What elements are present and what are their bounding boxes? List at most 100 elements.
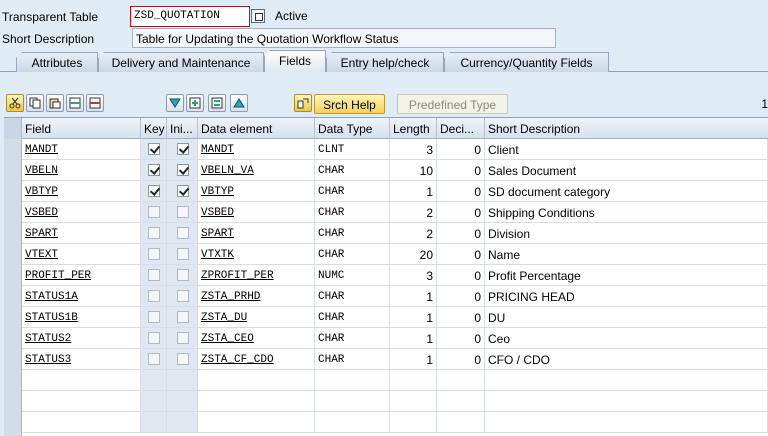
key-checkbox[interactable] bbox=[148, 332, 160, 344]
tab-delivery-maintenance[interactable]: Delivery and Maintenance bbox=[98, 52, 264, 72]
column-header-data-type[interactable]: Data Type bbox=[315, 118, 390, 139]
field-name-cell[interactable]: VSBED bbox=[22, 202, 141, 223]
select-all-handle[interactable] bbox=[4, 118, 22, 139]
data-type-cell[interactable]: CHAR bbox=[315, 328, 390, 349]
field-name-cell[interactable]: STATUS1B bbox=[22, 307, 141, 328]
data-type-cell[interactable]: CHAR bbox=[315, 181, 390, 202]
short-description-cell[interactable]: Ceo bbox=[485, 328, 768, 349]
where-used-icon[interactable] bbox=[294, 94, 312, 112]
field-name-cell[interactable]: STATUS3 bbox=[22, 349, 141, 370]
initial-checkbox[interactable] bbox=[177, 227, 189, 239]
length-cell[interactable]: 3 bbox=[390, 139, 437, 160]
column-header-short-description[interactable]: Short Description bbox=[485, 118, 768, 139]
table-row[interactable]: STATUS1B ZSTA_DU CHAR 1 0 DU bbox=[4, 307, 768, 328]
decimals-cell[interactable]: 0 bbox=[437, 349, 485, 370]
column-header-field[interactable]: Field bbox=[22, 118, 141, 139]
initial-checkbox[interactable] bbox=[177, 332, 189, 344]
field-name-cell[interactable]: MANDT bbox=[22, 139, 141, 160]
table-row[interactable]: STATUS1A ZSTA_PRHD CHAR 1 0 PRICING HEAD bbox=[4, 286, 768, 307]
initial-checkbox[interactable] bbox=[177, 248, 189, 260]
table-row[interactable]: MANDT MANDT CLNT 3 0 Client bbox=[4, 139, 768, 160]
short-description-cell[interactable]: CFO / CDO bbox=[485, 349, 768, 370]
short-description-cell[interactable]: Sales Document bbox=[485, 160, 768, 181]
key-checkbox[interactable] bbox=[148, 206, 160, 218]
data-type-cell[interactable]: CLNT bbox=[315, 139, 390, 160]
data-type-cell[interactable]: CHAR bbox=[315, 202, 390, 223]
data-element-cell[interactable]: ZSTA_CEO bbox=[198, 328, 315, 349]
table-row[interactable]: STATUS2 ZSTA_CEO CHAR 1 0 Ceo bbox=[4, 328, 768, 349]
initial-checkbox[interactable] bbox=[177, 269, 189, 281]
table-row[interactable]: VBTYP VBTYP CHAR 1 0 SD document category bbox=[4, 181, 768, 202]
field-name-cell[interactable]: STATUS1A bbox=[22, 286, 141, 307]
field-name-cell[interactable]: VTEXT bbox=[22, 244, 141, 265]
structure-icon[interactable] bbox=[208, 94, 226, 112]
key-checkbox[interactable] bbox=[148, 143, 160, 155]
description-field[interactable]: Table for Updating the Quotation Workflo… bbox=[132, 28, 556, 48]
decimals-cell[interactable]: 0 bbox=[437, 307, 485, 328]
key-checkbox[interactable] bbox=[148, 311, 160, 323]
short-description-cell[interactable]: Client bbox=[485, 139, 768, 160]
key-checkbox[interactable] bbox=[148, 248, 160, 260]
collapse-icon[interactable] bbox=[230, 94, 248, 112]
key-checkbox[interactable] bbox=[148, 185, 160, 197]
copy-icon[interactable] bbox=[251, 9, 265, 23]
decimals-cell[interactable]: 0 bbox=[437, 202, 485, 223]
table-row[interactable]: SPART SPART CHAR 2 0 Division bbox=[4, 223, 768, 244]
table-name-field[interactable]: ZSD_QUOTATION bbox=[130, 6, 250, 27]
data-type-cell[interactable]: CHAR bbox=[315, 349, 390, 370]
decimals-cell[interactable]: 0 bbox=[437, 160, 485, 181]
table-row[interactable] bbox=[4, 412, 768, 433]
initial-checkbox[interactable] bbox=[177, 311, 189, 323]
length-cell[interactable]: 1 bbox=[390, 349, 437, 370]
table-row[interactable]: VBELN VBELN_VA CHAR 10 0 Sales Document bbox=[4, 160, 768, 181]
decimals-cell[interactable]: 0 bbox=[437, 328, 485, 349]
predefined-type-button[interactable]: Predefined Type bbox=[397, 94, 508, 114]
key-checkbox[interactable] bbox=[148, 164, 160, 176]
key-checkbox[interactable] bbox=[148, 290, 160, 302]
delete-row-icon[interactable] bbox=[86, 94, 104, 112]
filter-icon[interactable] bbox=[166, 94, 184, 112]
append-icon[interactable] bbox=[186, 94, 204, 112]
data-element-cell[interactable]: SPART bbox=[198, 223, 315, 244]
short-description-cell[interactable]: Division bbox=[485, 223, 768, 244]
data-element-cell[interactable]: ZSTA_PRHD bbox=[198, 286, 315, 307]
length-cell[interactable]: 1 bbox=[390, 181, 437, 202]
data-type-cell[interactable]: CHAR bbox=[315, 244, 390, 265]
field-name-cell[interactable]: SPART bbox=[22, 223, 141, 244]
data-type-cell[interactable]: CHAR bbox=[315, 307, 390, 328]
data-element-cell[interactable]: VSBED bbox=[198, 202, 315, 223]
data-element-cell[interactable]: ZPROFIT_PER bbox=[198, 265, 315, 286]
decimals-cell[interactable]: 0 bbox=[437, 181, 485, 202]
column-header-length[interactable]: Length bbox=[390, 118, 437, 139]
decimals-cell[interactable]: 0 bbox=[437, 139, 485, 160]
data-element-cell[interactable]: VBTYP bbox=[198, 181, 315, 202]
length-cell[interactable]: 2 bbox=[390, 223, 437, 244]
column-header-data-element[interactable]: Data element bbox=[198, 118, 315, 139]
length-cell[interactable]: 20 bbox=[390, 244, 437, 265]
tab-attributes[interactable]: Attributes bbox=[16, 52, 98, 72]
field-name-cell[interactable]: VBELN bbox=[22, 160, 141, 181]
field-name-cell[interactable]: PROFIT_PER bbox=[22, 265, 141, 286]
insert-row-icon[interactable] bbox=[66, 94, 84, 112]
key-checkbox[interactable] bbox=[148, 353, 160, 365]
length-cell[interactable]: 1 bbox=[390, 307, 437, 328]
data-type-cell[interactable]: NUMC bbox=[315, 265, 390, 286]
table-row[interactable] bbox=[4, 370, 768, 391]
initial-checkbox[interactable] bbox=[177, 290, 189, 302]
key-checkbox[interactable] bbox=[148, 269, 160, 281]
short-description-cell[interactable]: PRICING HEAD bbox=[485, 286, 768, 307]
field-name-cell[interactable]: STATUS2 bbox=[22, 328, 141, 349]
data-element-cell[interactable]: MANDT bbox=[198, 139, 315, 160]
copy-row-icon[interactable] bbox=[26, 94, 44, 112]
decimals-cell[interactable]: 0 bbox=[437, 244, 485, 265]
data-type-cell[interactable]: CHAR bbox=[315, 286, 390, 307]
decimals-cell[interactable]: 0 bbox=[437, 286, 485, 307]
data-element-cell[interactable]: VTXTK bbox=[198, 244, 315, 265]
cut-icon[interactable] bbox=[6, 94, 24, 112]
decimals-cell[interactable]: 0 bbox=[437, 265, 485, 286]
short-description-cell[interactable]: Profit Percentage bbox=[485, 265, 768, 286]
data-element-cell[interactable]: ZSTA_DU bbox=[198, 307, 315, 328]
decimals-cell[interactable]: 0 bbox=[437, 223, 485, 244]
length-cell[interactable]: 1 bbox=[390, 328, 437, 349]
data-element-cell[interactable]: VBELN_VA bbox=[198, 160, 315, 181]
